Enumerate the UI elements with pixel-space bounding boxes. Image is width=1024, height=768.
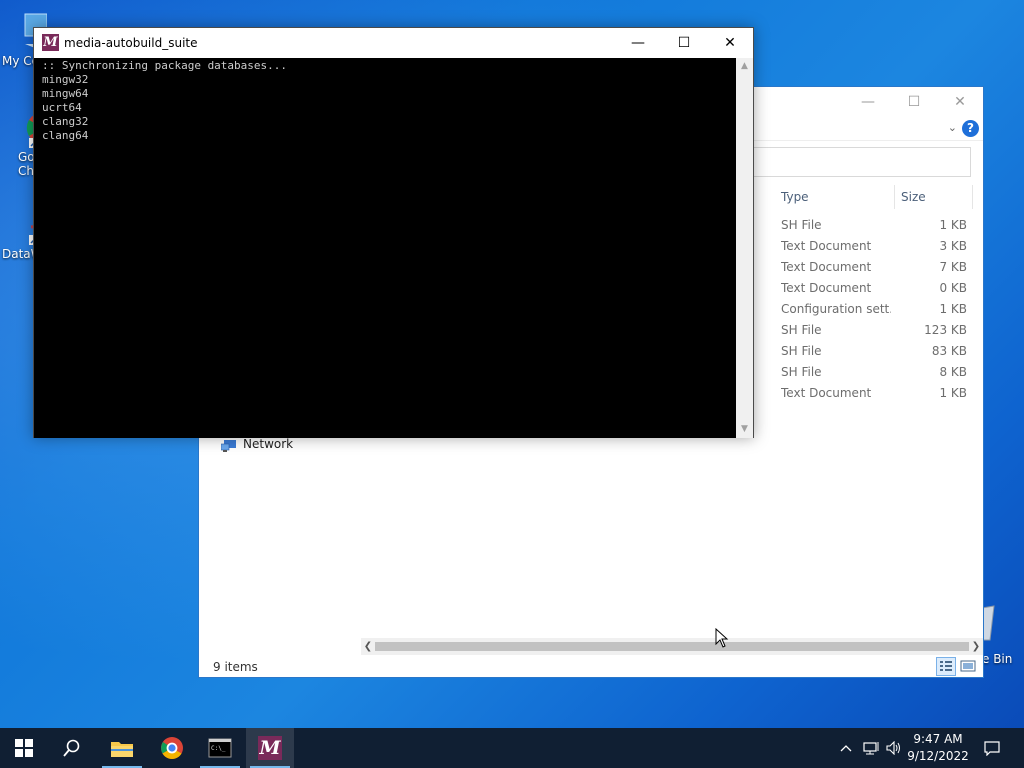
maximize-button[interactable]: ☐ bbox=[661, 28, 707, 58]
file-type: Text Document bbox=[781, 281, 872, 295]
show-hidden-icons-button[interactable] bbox=[836, 728, 856, 768]
horizontal-scrollbar[interactable]: ❮ ❯ bbox=[361, 638, 983, 655]
file-type: SH File bbox=[781, 365, 822, 379]
nav-item-label: Network bbox=[243, 437, 294, 451]
minimize-button[interactable]: — bbox=[615, 28, 661, 58]
large-icons-view-button[interactable] bbox=[958, 657, 978, 676]
file-type: Configuration sett... bbox=[781, 302, 891, 316]
file-type: Text Document bbox=[781, 239, 872, 253]
console-window[interactable]: M media-autobuild_suite — ☐ ✕ :: Synchro… bbox=[33, 27, 754, 438]
search-icon bbox=[63, 739, 80, 757]
vertical-scrollbar[interactable]: ▲ ▼ bbox=[736, 58, 753, 438]
network-tray-button[interactable] bbox=[860, 728, 882, 768]
file-size: 1 KB bbox=[939, 218, 967, 232]
title-bar[interactable]: M media-autobuild_suite — ☐ ✕ bbox=[34, 28, 753, 58]
start-button[interactable] bbox=[0, 728, 48, 768]
file-size: 3 KB bbox=[939, 239, 967, 253]
scroll-left-icon[interactable]: ❮ bbox=[361, 638, 375, 655]
file-size: 0 KB bbox=[939, 281, 967, 295]
mouse-cursor-icon bbox=[715, 627, 729, 651]
console-output[interactable]: :: Synchronizing package databases... mi… bbox=[34, 58, 737, 438]
media-autobuild-icon: M bbox=[258, 736, 282, 760]
file-row[interactable]: Configuration sett... 1 KB bbox=[775, 299, 973, 320]
file-row[interactable]: Text Document 1 KB bbox=[775, 383, 973, 404]
action-center-button[interactable] bbox=[978, 728, 1006, 768]
notification-icon bbox=[984, 740, 1000, 756]
taskbar-clock[interactable]: 9:47 AM 9/12/2022 bbox=[905, 731, 971, 765]
file-row[interactable]: SH File 1 KB bbox=[775, 215, 973, 236]
taskbar-media-autobuild[interactable]: M bbox=[246, 728, 294, 768]
recycle-bin-icon bbox=[979, 605, 995, 641]
windows-logo-icon bbox=[15, 739, 33, 757]
chevron-up-icon bbox=[840, 745, 852, 752]
network-icon bbox=[220, 439, 237, 452]
taskbar-file-explorer[interactable] bbox=[98, 728, 146, 768]
clock-time: 9:47 AM bbox=[913, 732, 963, 746]
status-item-count: 9 items bbox=[213, 660, 258, 674]
window-title: media-autobuild_suite bbox=[64, 36, 198, 50]
svg-text:C:\_: C:\_ bbox=[211, 745, 226, 752]
file-row[interactable]: Text Document 7 KB bbox=[775, 257, 973, 278]
scroll-right-icon[interactable]: ❯ bbox=[969, 638, 983, 655]
file-type: SH File bbox=[781, 218, 822, 232]
file-type: Text Document bbox=[781, 260, 872, 274]
file-row[interactable]: SH File 83 KB bbox=[775, 341, 973, 362]
file-size: 83 KB bbox=[931, 344, 967, 358]
file-type: SH File bbox=[781, 344, 822, 358]
file-type: Text Document bbox=[781, 386, 872, 400]
taskbar-command-prompt[interactable]: C:\_ bbox=[196, 728, 244, 768]
file-row[interactable]: SH File 8 KB bbox=[775, 362, 973, 383]
search-button[interactable] bbox=[48, 728, 96, 768]
volume-tray-button[interactable] bbox=[884, 728, 904, 768]
taskbar: C:\_ M 9:47 AM 9/12/2022 bbox=[0, 728, 1024, 768]
file-type: SH File bbox=[781, 323, 822, 337]
scroll-thumb[interactable] bbox=[375, 642, 969, 651]
network-wired-icon bbox=[863, 742, 879, 755]
minimize-button[interactable]: — bbox=[845, 87, 891, 117]
close-button[interactable]: ✕ bbox=[707, 28, 753, 58]
maximize-button[interactable]: ☐ bbox=[891, 87, 937, 117]
desktop-icon-label: e Bin bbox=[982, 652, 1013, 666]
file-row[interactable]: Text Document 0 KB bbox=[775, 278, 973, 299]
terminal-icon: C:\_ bbox=[208, 738, 232, 758]
file-row[interactable]: SH File 123 KB bbox=[775, 320, 973, 341]
column-header-type[interactable]: Type bbox=[775, 185, 895, 209]
speaker-icon bbox=[886, 741, 900, 755]
folder-icon bbox=[111, 742, 133, 757]
chevron-down-icon[interactable]: ⌄ bbox=[948, 121, 957, 134]
file-size: 1 KB bbox=[939, 386, 967, 400]
scroll-up-icon[interactable]: ▲ bbox=[736, 58, 753, 75]
taskbar-chrome[interactable] bbox=[148, 728, 196, 768]
desktop-icon-recycle-bin[interactable]: e Bin bbox=[978, 600, 1024, 680]
details-view-button[interactable] bbox=[936, 657, 956, 676]
media-autobuild-icon: M bbox=[42, 34, 59, 51]
file-size: 123 KB bbox=[924, 323, 967, 337]
details-view-icon bbox=[940, 661, 952, 671]
scroll-down-icon[interactable]: ▼ bbox=[736, 421, 753, 438]
large-icons-view-icon bbox=[960, 660, 976, 672]
column-header-size[interactable]: Size bbox=[895, 185, 973, 209]
file-size: 7 KB bbox=[939, 260, 967, 274]
close-button[interactable]: ✕ bbox=[937, 87, 983, 117]
help-icon[interactable]: ? bbox=[962, 120, 979, 137]
chrome-icon bbox=[161, 737, 183, 759]
file-row[interactable]: Text Document 3 KB bbox=[775, 236, 973, 257]
file-size: 8 KB bbox=[939, 365, 967, 379]
clock-date: 9/12/2022 bbox=[907, 749, 969, 763]
file-size: 1 KB bbox=[939, 302, 967, 316]
